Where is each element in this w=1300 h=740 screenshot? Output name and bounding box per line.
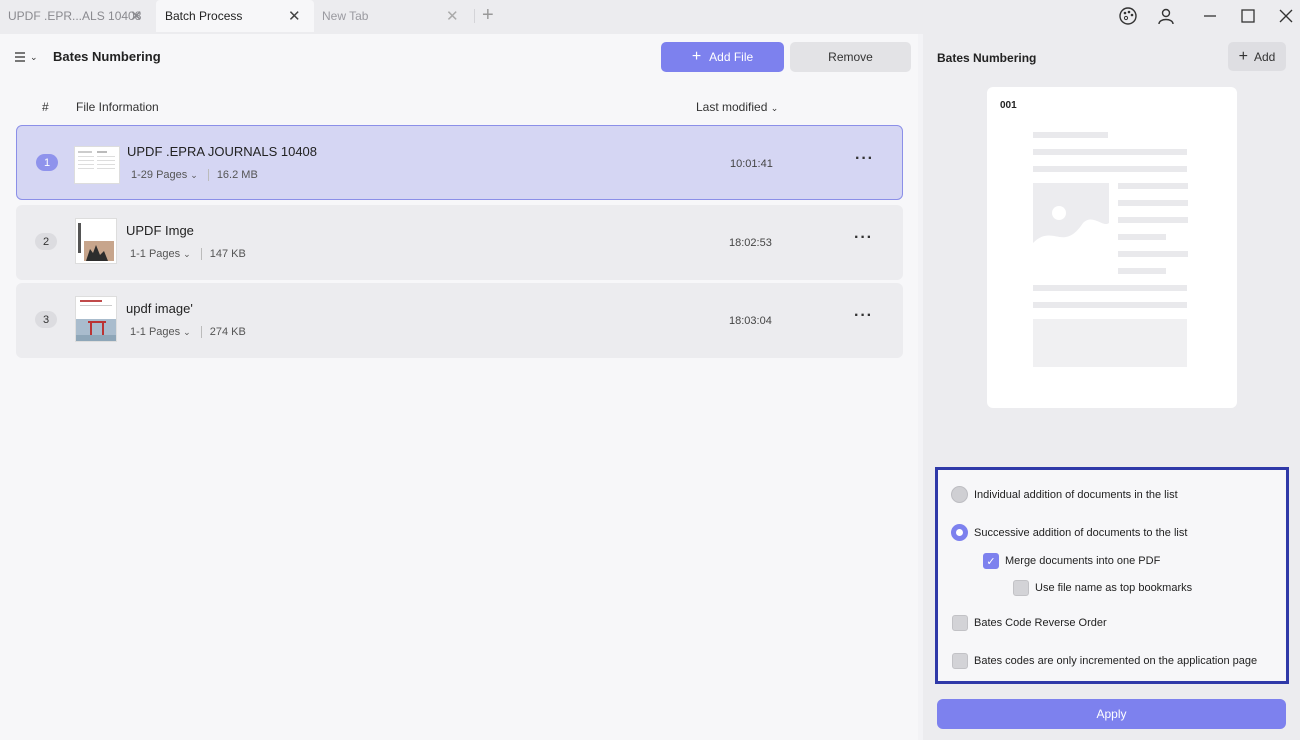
plus-icon: + — [691, 48, 702, 65]
row-index: 1 — [36, 154, 58, 171]
file-thumbnail — [74, 146, 120, 184]
file-list-panel: ⌄ Bates Numbering + Add File Remove # Fi… — [0, 34, 918, 740]
file-thumbnail — [75, 296, 117, 342]
option-label: Individual addition of documents in the … — [974, 488, 1178, 501]
tab-new-tab[interactable]: New Tab ✕ — [314, 0, 470, 32]
page-preview: 001 — [987, 87, 1237, 408]
plus-icon: + — [1238, 47, 1248, 65]
file-size: 147 KB — [209, 248, 246, 260]
more-options-icon[interactable]: ··· — [854, 229, 873, 247]
close-icon[interactable]: ✕ — [446, 7, 459, 25]
tab-label: New Tab — [322, 9, 369, 23]
file-row[interactable]: 2 UPDF Imge 1-1 Pages ⌄ 147 KB 18:02:53 … — [16, 205, 903, 280]
panel-title: Bates Numbering — [937, 51, 1037, 65]
file-meta: 1-1 Pages ⌄ 147 KB — [130, 248, 246, 260]
checkbox-merge[interactable]: ✓ — [983, 553, 999, 569]
tab-label: UPDF .EPR...ALS 10408 — [8, 9, 142, 23]
modified-time: 18:02:53 — [729, 237, 772, 249]
options-box: Individual addition of documents in the … — [935, 467, 1289, 684]
file-meta: 1-1 Pages ⌄ 274 KB — [130, 326, 246, 338]
close-window-icon[interactable] — [1274, 5, 1298, 27]
add-button[interactable]: + Add — [1228, 42, 1286, 71]
settings-panel: Bates Numbering + Add 001 Individual add… — [923, 34, 1300, 740]
tab-bar: UPDF .EPR...ALS 10408 ✕ Batch Process ✕ … — [0, 0, 1300, 34]
divider — [207, 169, 209, 181]
page-range[interactable]: 1-1 Pages — [130, 326, 180, 338]
new-tab-icon[interactable]: + — [482, 4, 494, 27]
option-bookmarks[interactable]: Use file name as top bookmarks — [1013, 580, 1192, 596]
chevron-down-icon: ⌄ — [30, 51, 38, 62]
chevron-down-icon[interactable]: ⌄ — [190, 170, 198, 181]
file-thumbnail — [75, 218, 117, 264]
option-label: Bates codes are only incremented on the … — [974, 655, 1258, 667]
chevron-down-icon[interactable]: ⌄ — [183, 249, 191, 260]
page-range[interactable]: 1-29 Pages — [131, 169, 187, 181]
checkbox-bookmarks[interactable] — [1013, 580, 1029, 596]
close-icon[interactable]: ✕ — [130, 7, 143, 25]
option-label: Merge documents into one PDF — [1005, 555, 1161, 567]
file-size: 16.2 MB — [216, 169, 258, 181]
chevron-down-icon: ⌄ — [770, 103, 779, 113]
tab-batch-process[interactable]: Batch Process ✕ — [156, 0, 314, 32]
palette-icon[interactable] — [1116, 5, 1140, 27]
remove-label: Remove — [828, 50, 873, 64]
option-label: Bates Code Reverse Order — [974, 617, 1107, 629]
last-modified-label: Last modified — [696, 100, 768, 114]
checkbox-reverse-order[interactable] — [952, 615, 968, 631]
file-name: UPDF Imge — [126, 223, 194, 238]
option-label: Successive addition of documents to the … — [974, 526, 1188, 539]
column-header-file-information: File Information — [76, 100, 159, 114]
radio-individual[interactable] — [951, 486, 968, 503]
minimize-icon[interactable] — [1198, 5, 1222, 27]
maximize-icon[interactable] — [1236, 5, 1260, 27]
file-row[interactable]: 1 UPDF .EPRA JOURNALS 10408 1-29 Pages ⌄… — [16, 125, 903, 200]
add-label: Add — [1253, 49, 1276, 64]
more-options-icon[interactable]: ··· — [855, 150, 874, 168]
file-meta: 1-29 Pages ⌄ 16.2 MB — [131, 169, 258, 181]
file-size: 274 KB — [209, 326, 246, 338]
tab-divider — [474, 9, 475, 23]
remove-button[interactable]: Remove — [790, 42, 911, 72]
add-file-button[interactable]: + Add File — [661, 42, 784, 72]
file-row[interactable]: 3 updf image' 1-1 Pages ⌄ 274 KB 18:03:0… — [16, 283, 903, 358]
bates-code-preview: 001 — [1000, 100, 1017, 111]
checkbox-incremented[interactable] — [952, 653, 968, 669]
modified-time: 18:03:04 — [729, 315, 772, 327]
divider — [200, 326, 202, 338]
divider — [200, 248, 202, 260]
radio-successive[interactable] — [951, 524, 968, 541]
menu-icon — [15, 52, 25, 62]
tab-label: Batch Process — [165, 9, 243, 23]
file-name: UPDF .EPRA JOURNALS 10408 — [127, 144, 318, 159]
option-reverse-order[interactable]: Bates Code Reverse Order — [952, 615, 1107, 631]
row-index: 3 — [35, 311, 57, 328]
option-incremented[interactable]: Bates codes are only incremented on the … — [952, 653, 1257, 669]
page-title: Bates Numbering — [53, 49, 161, 64]
add-file-label: Add File — [709, 50, 754, 64]
option-individual[interactable]: Individual addition of documents in the … — [951, 486, 1178, 503]
option-label: Use file name as top bookmarks — [1035, 582, 1193, 594]
row-index: 2 — [35, 233, 57, 250]
file-name: updf image' — [126, 301, 193, 316]
option-merge[interactable]: ✓ Merge documents into one PDF — [983, 553, 1160, 569]
modified-time: 10:01:41 — [730, 158, 773, 170]
page-range[interactable]: 1-1 Pages — [130, 248, 180, 260]
chevron-down-icon[interactable]: ⌄ — [183, 327, 191, 338]
tab-document[interactable]: UPDF .EPR...ALS 10408 ✕ — [0, 0, 152, 32]
apply-label: Apply — [1096, 707, 1127, 721]
apply-button[interactable]: Apply — [937, 699, 1286, 729]
more-options-icon[interactable]: ··· — [854, 307, 873, 325]
close-icon[interactable]: ✕ — [288, 7, 301, 25]
column-header-index: # — [42, 100, 49, 114]
column-header-last-modified[interactable]: Last modified ⌄ — [696, 100, 778, 114]
option-successive[interactable]: Successive addition of documents to the … — [951, 524, 1187, 541]
user-icon[interactable] — [1154, 5, 1178, 27]
image-placeholder-icon — [1033, 183, 1109, 275]
menu-button[interactable]: ⌄ — [14, 48, 42, 66]
